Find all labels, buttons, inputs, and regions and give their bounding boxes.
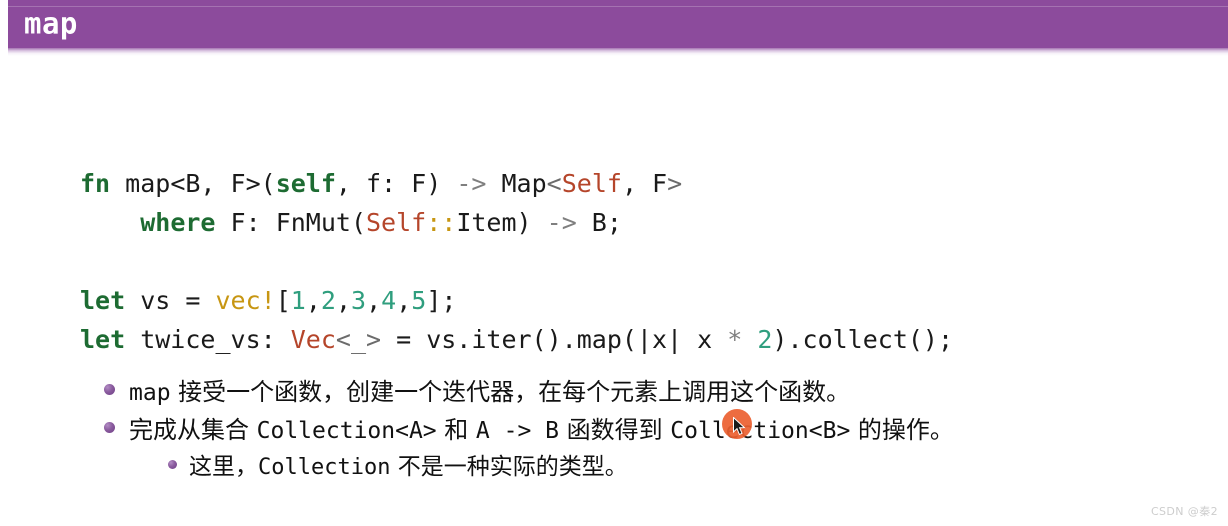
bullet-text: map 接受一个函数，创建一个迭代器，在每个元素上调用这个函数。 [129,380,850,405]
code-token-plain: [ [275,286,291,315]
inline-code: Collection<B> [670,418,851,444]
code-token-num: 2 [320,286,336,315]
code-block: fn map<B, F>(self, f: F) -> Map<Self, F>… [80,164,953,359]
bullet-dot-icon [104,384,115,395]
code-token-num: 1 [290,286,306,315]
code-token-plain: ]; [426,286,457,315]
code-token-num: 2 [757,325,773,354]
code-token-kw: let [80,325,126,354]
code-token-plain: , [396,286,412,315]
code-token-num: 5 [411,286,427,315]
code-token-type: Self [366,208,427,237]
inline-code: map [129,380,171,406]
slide-header-bar: map [8,0,1228,48]
code-line: let vs = vec![1,2,3,4,5]; [80,281,953,320]
inline-code: Collection<A> [256,418,437,444]
code-token-num: 4 [381,286,397,315]
code-token-plain: vs = [125,286,216,315]
inline-text: 和 [436,416,476,444]
bullet-text: 完成从集合 Collection<A> 和 A -> B 函数得到 Collec… [129,418,954,443]
bullet-dot-icon [104,422,115,433]
code-token-macro: vec! [215,286,276,315]
code-token-kw: fn [80,169,111,198]
code-token-plain: Item) [456,208,547,237]
code-token-plain: B; [576,208,622,237]
code-token-plain: ).collect(); [772,325,954,354]
code-token-plain: , f: F) [335,169,457,198]
csdn-watermark: CSDN @秦2 [1150,505,1218,518]
bullet-list: map 接受一个函数，创建一个迭代器，在每个元素上调用这个函数。 完成从集合 Co… [104,380,954,493]
code-token-plain: twice_vs: [125,325,291,354]
code-line: where F: FnMut(Self::Item) -> B; [80,203,953,242]
code-token-plain: = vs.iter().map(|x| x [381,325,728,354]
code-token-punct: -> [456,169,487,198]
code-line: let twice_vs: Vec<_> = vs.iter().map(|x|… [80,320,953,359]
code-token-punct: -> [546,208,577,237]
code-token-plain: , F [621,169,668,198]
slide-body: fn map<B, F>(self, f: F) -> Map<Self, F>… [0,56,1228,526]
code-token-colons: :: [426,208,457,237]
code-token-plain: , [366,286,382,315]
code-token-plain: map<B, F>( [110,169,276,198]
page-title: map [24,6,78,41]
code-token-generic: < [546,169,562,198]
inline-text: 的操作。 [850,416,954,444]
inline-code: A -> B [475,418,560,444]
code-token-kw: self [275,169,336,198]
code-token-type: Vec [290,325,336,354]
inline-text: 不是一种实际的类型。 [390,454,628,480]
bullet-item: 完成从集合 Collection<A> 和 A -> B 函数得到 Collec… [104,418,954,456]
header-shadow-fade [8,48,1228,56]
code-token-punct: * [727,325,743,354]
inline-text: 函数得到 [559,416,671,444]
bullet-item: map 接受一个函数，创建一个迭代器，在每个元素上调用这个函数。 [104,380,954,418]
bullet-dot-icon [168,460,177,469]
code-token-kw: let [80,286,126,315]
code-line: fn map<B, F>(self, f: F) -> Map<Self, F> [80,164,953,203]
code-token-kw: where [140,208,216,237]
code-token-num: 3 [351,286,367,315]
code-token-plain: , [305,286,321,315]
inline-code: Collection [258,455,391,480]
code-token-plain: Map [486,169,547,198]
code-token-plain: , [335,286,351,315]
code-token-generic: > [667,169,683,198]
bullet-text: 这里，Collection 不是一种实际的类型。 [189,456,628,479]
inline-text: 接受一个函数，创建一个迭代器，在每个元素上调用这个函数。 [170,378,851,406]
bullet-item: 这里，Collection 不是一种实际的类型。 [104,456,954,493]
code-token-plain: F: FnMut( [215,208,366,237]
inline-text: 这里， [189,454,258,480]
inline-text: 完成从集合 [129,416,257,444]
code-token-generic: <_> [335,325,382,354]
code-token-type: Self [561,169,622,198]
